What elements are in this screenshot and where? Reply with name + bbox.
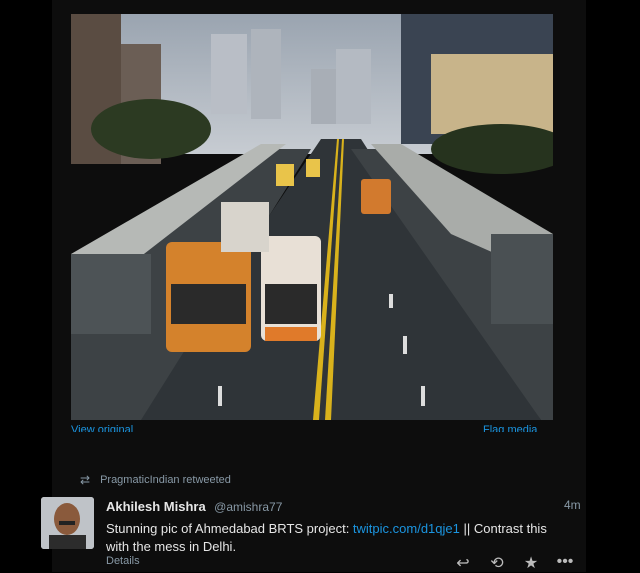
tweet-timestamp[interactable]: 4m [564,498,581,512]
retweet-icon: ⇄ [80,473,91,487]
tweet-text-part: Stunning pic of Ahmedabad BRTS project: [106,521,353,536]
reply-icon[interactable]: ↩ [452,553,474,573]
tweet-author-handle[interactable]: @amishra77 [214,500,282,514]
retweet-icon[interactable]: ⟲ [486,553,508,573]
view-original-link[interactable]: View original [71,424,133,432]
tweet-text: Stunning pic of Ahmedabad BRTS project: … [106,520,566,556]
star-icon[interactable]: ★ [520,553,542,573]
details-link[interactable]: Details [106,555,140,567]
retweet-text: PragmaticIndian retweeted [100,474,231,486]
tweet-link[interactable]: twitpic.com/d1qje1 [353,521,460,536]
tweet-author-name[interactable]: Akhilesh Mishra [106,499,206,514]
tweet: Akhilesh Mishra @amishra77 4m Stunning p… [106,498,581,556]
more-icon[interactable]: ••• [554,553,576,573]
retweet-context: ⇄ PragmaticIndian retweeted [80,473,231,487]
tweet-actions: ↩ ⟲ ★ ••• [452,553,576,573]
avatar[interactable] [41,497,94,549]
brts-photo-illustration [71,14,553,420]
tweet-photo[interactable] [71,14,553,420]
flag-media-link[interactable]: Flag media [483,424,537,432]
